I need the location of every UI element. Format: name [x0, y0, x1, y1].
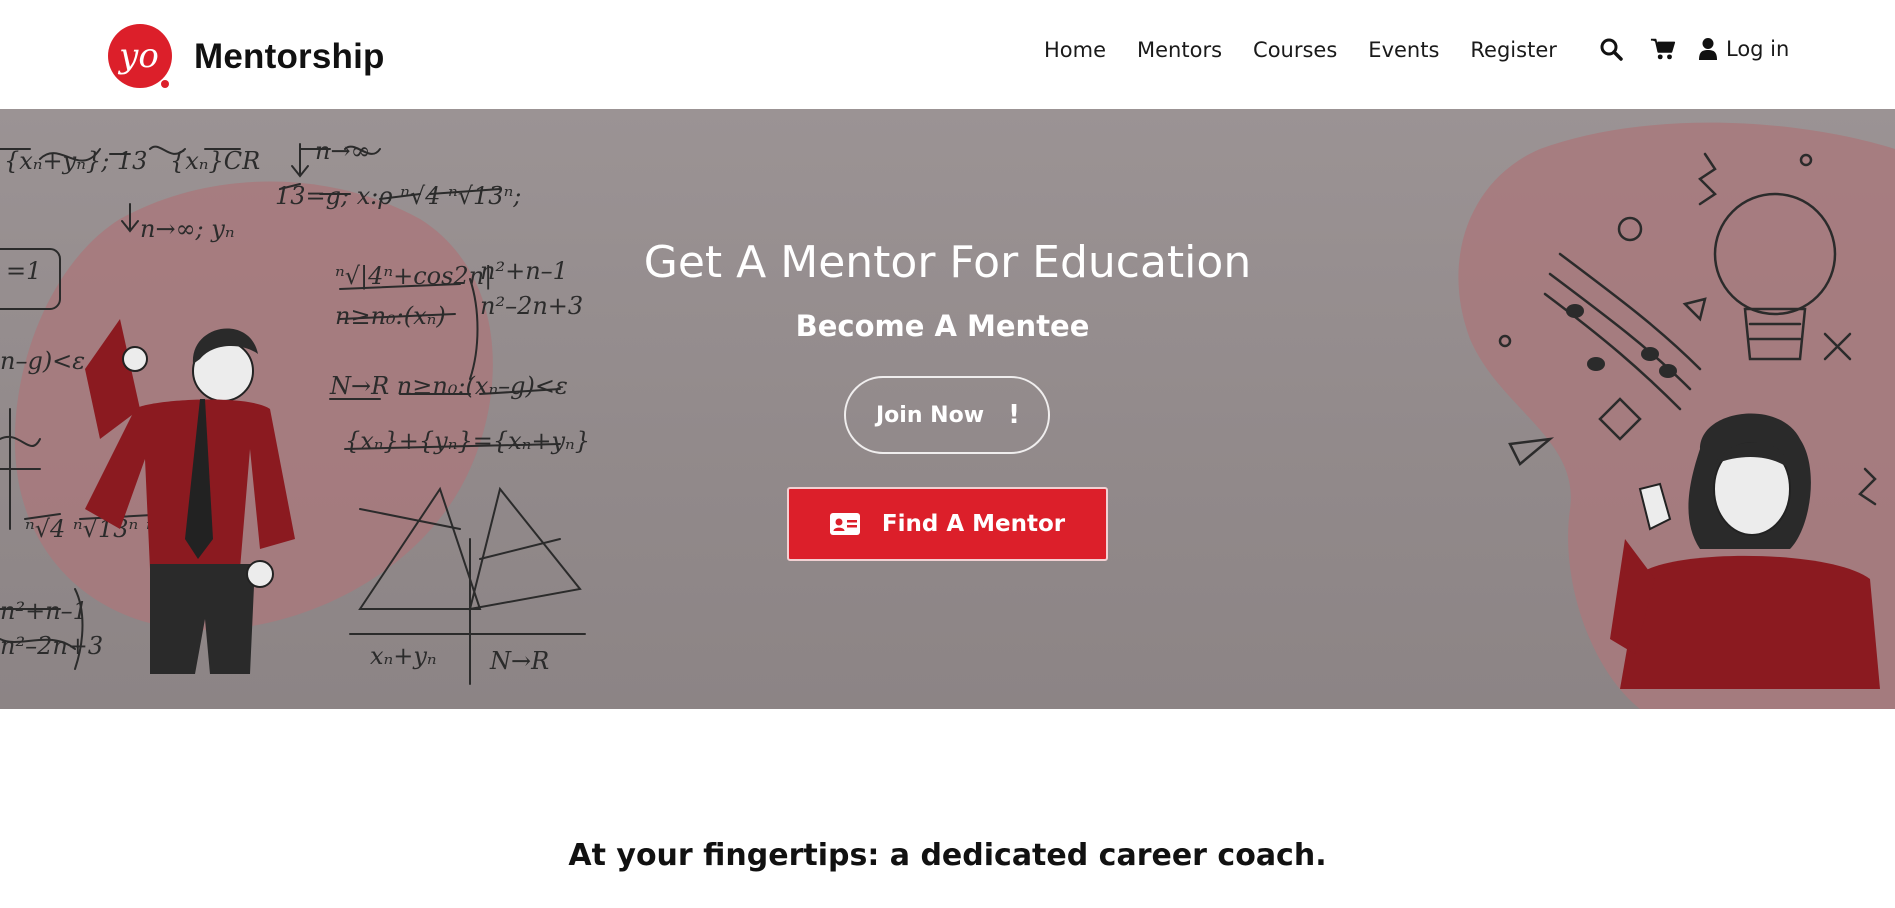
login-label: Log in: [1726, 37, 1790, 61]
find-mentor-label: Find A Mentor: [881, 511, 1066, 537]
svg-text:13=g; x:ρ ⁿ√4 ⁿ√13ⁿ;: 13=g; x:ρ ⁿ√4 ⁿ√13ⁿ;: [275, 182, 521, 210]
hero-subtitle: Become A Mentee: [795, 309, 1090, 343]
join-now-label: Join Now: [876, 402, 985, 428]
hero-title: Get A Mentor For Education: [643, 237, 1252, 288]
id-card-icon: [829, 513, 860, 535]
logo-badge-icon: yo: [108, 24, 172, 88]
nav-register[interactable]: Register: [1470, 38, 1556, 62]
join-now-button[interactable]: Join Now !: [844, 376, 1050, 454]
svg-text:{xₙ}+{yₙ}={xₙ+yₙ}: {xₙ}+{yₙ}={xₙ+yₙ}: [345, 427, 590, 455]
nav-events[interactable]: Events: [1368, 38, 1439, 62]
svg-text:n²+n–1: n²+n–1: [0, 597, 88, 625]
svg-text:n–g)<ε: n–g)<ε: [0, 347, 85, 375]
svg-text:yo: yo: [117, 36, 159, 76]
svg-text:n²–2n+3: n²–2n+3: [0, 632, 103, 660]
svg-text:N→R n≥n₀:(xₙ–g)<ε: N→R n≥n₀:(xₙ–g)<ε: [329, 372, 568, 400]
brand-logo[interactable]: yo Mentorship: [108, 24, 385, 90]
user-icon: [1699, 38, 1717, 60]
brand-name: Mentorship: [194, 37, 385, 76]
svg-text:{xₙ+yₙ}; 13: {xₙ+yₙ}; 13: [4, 147, 147, 175]
cart-icon[interactable]: [1650, 36, 1676, 62]
nav-courses[interactable]: Courses: [1253, 38, 1337, 62]
hero-banner: {xₙ+yₙ}; 13 {xₙ}CR n→∞ n→∞; yₙ 13=g; x:ρ…: [0, 109, 1895, 709]
svg-text:N→R: N→R: [489, 647, 549, 675]
svg-text:n→∞: n→∞: [315, 137, 371, 165]
nav-home[interactable]: Home: [1044, 38, 1106, 62]
main-nav: Home Mentors Courses Events Register: [1044, 38, 1588, 62]
section-heading: At your fingertips: a dedicated career c…: [568, 838, 1327, 873]
header-actions: Log in: [1598, 36, 1789, 62]
site-header: yo Mentorship Home Mentors Courses Event…: [0, 0, 1895, 109]
svg-text:xₙ+yₙ: xₙ+yₙ: [370, 642, 437, 670]
nav-mentors[interactable]: Mentors: [1137, 38, 1222, 62]
search-icon[interactable]: [1598, 36, 1624, 62]
find-mentor-button[interactable]: Find A Mentor: [787, 487, 1108, 561]
svg-text:{xₙ}CR: {xₙ}CR: [170, 147, 260, 175]
login-link[interactable]: Log in: [1698, 37, 1789, 61]
exclamation-icon: !: [1008, 400, 1020, 430]
